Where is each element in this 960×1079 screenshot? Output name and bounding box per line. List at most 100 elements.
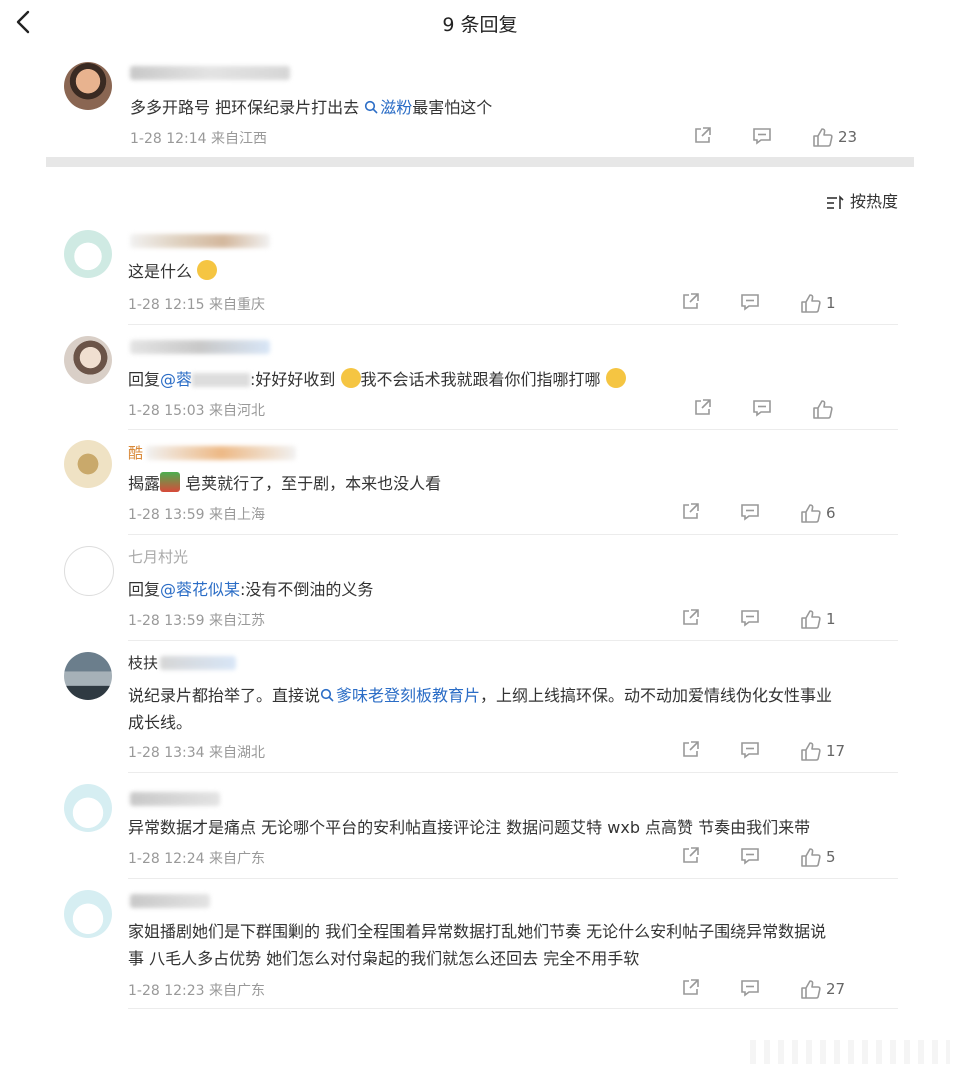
like-count: 6 — [826, 504, 836, 522]
comment-button[interactable] — [740, 608, 760, 632]
share-button[interactable] — [680, 292, 700, 316]
comment-button[interactable] — [740, 978, 760, 1002]
comment-text-part: 事 八毛人多占优势 她们怎么对付枭起的我们就怎么还回去 完全不用手软 — [128, 949, 640, 968]
comment-text-part: :没有不倒油的义务 — [240, 580, 374, 599]
username[interactable]: 七月村光 — [128, 546, 188, 567]
reply-item: 这是什么 1-28 12:15 来自重庆 1 — [60, 228, 900, 318]
username-blurred[interactable] — [160, 656, 236, 670]
comment-text: 家姐播剧她们是下群围剿的 我们全程围着异常数据打乱她们节奏 无论什么安利帖子围绕… — [128, 918, 908, 972]
avatar[interactable] — [64, 62, 112, 110]
comment-time: 1-28 13:34 — [128, 745, 205, 761]
comment-location: 来自重庆 — [209, 297, 266, 313]
sort-toggle[interactable]: 按热度 — [826, 188, 898, 212]
topic-link[interactable]: 爹味老登刻板教育片 — [320, 686, 480, 705]
divider — [128, 1008, 898, 1009]
thumbs-up-icon — [801, 980, 821, 999]
comment-time: 1-28 12:24 — [128, 851, 205, 867]
comment-meta: 1-28 12:23 来自广东 — [128, 980, 265, 1000]
share-button[interactable] — [680, 608, 700, 632]
thumbs-up-icon — [801, 848, 821, 867]
comment-text: 回复@蓉花似某:没有不倒油的义务 — [128, 576, 373, 603]
avatar[interactable] — [64, 440, 112, 488]
comment-text: 揭露 皂荚就行了，至于剧，本来也没人看 — [128, 470, 441, 497]
section-divider — [46, 157, 914, 167]
comment-button[interactable] — [752, 126, 772, 150]
share-button[interactable] — [692, 398, 712, 422]
divider — [128, 772, 898, 773]
comment-button[interactable] — [740, 846, 760, 870]
like-button[interactable]: 5 — [800, 846, 836, 870]
share-button[interactable] — [680, 740, 700, 764]
crying-emoji-icon — [605, 368, 626, 388]
like-button[interactable]: 27 — [800, 978, 845, 1002]
avatar[interactable] — [64, 784, 112, 832]
comment-button[interactable] — [740, 292, 760, 316]
username-blurred[interactable] — [130, 894, 210, 908]
reply-item: 异常数据才是痛点 无论哪个平台的安利帖直接评论注 数据问题艾特 wxb 点高赞 … — [60, 782, 900, 872]
like-button[interactable]: 17 — [800, 740, 845, 764]
comment-actions: 1 — [660, 608, 900, 632]
username-blurred[interactable] — [130, 66, 290, 80]
comment-icon — [741, 610, 759, 627]
comment-text: 异常数据才是痛点 无论哪个平台的安利帖直接评论注 数据问题艾特 wxb 点高赞 … — [128, 814, 810, 841]
mention-link[interactable]: @蓉花似某 — [160, 580, 240, 599]
divider — [128, 429, 898, 430]
comment-actions: 1 — [660, 292, 900, 316]
share-button[interactable] — [680, 978, 700, 1002]
topic-link[interactable]: 滋粉 — [364, 98, 412, 117]
comment-button[interactable] — [740, 502, 760, 526]
username-blurred[interactable] — [130, 792, 220, 806]
like-count: 17 — [826, 742, 846, 760]
share-button[interactable] — [692, 126, 712, 150]
share-icon — [683, 979, 699, 995]
comment-meta: 1-28 12:14 来自江西 — [130, 128, 267, 148]
like-button[interactable] — [812, 398, 834, 422]
comment-time: 1-28 12:23 — [128, 983, 205, 999]
avatar[interactable] — [64, 546, 114, 596]
comment-text-part: 我不会话术我就跟着你们指哪打哪 — [360, 370, 601, 389]
username[interactable]: 枝扶 — [128, 652, 158, 673]
comment-meta: 1-28 15:03 来自河北 — [128, 400, 265, 420]
share-icon — [683, 847, 699, 863]
like-button[interactable]: 23 — [812, 126, 857, 150]
comment-text-part: 皂荚就行了，至于剧，本来也没人看 — [180, 474, 442, 493]
comment-text: 说纪录片都抬举了。直接说 爹味老登刻板教育片，上纲上线搞环保。动不动加爱情线伪化女… — [128, 682, 888, 736]
like-button[interactable]: 1 — [800, 608, 836, 632]
username-blurred[interactable] — [130, 234, 270, 248]
comment-location: 来自广东 — [209, 851, 266, 867]
comment-time: 1-28 12:15 — [128, 297, 205, 313]
username-blurred[interactable] — [130, 340, 270, 354]
avatar[interactable] — [64, 890, 112, 938]
avatar[interactable] — [64, 230, 112, 278]
comment-meta: 1-28 12:15 来自重庆 — [128, 294, 265, 314]
topic-link-text: 爹味老登刻板教育片 — [336, 686, 481, 705]
share-icon — [683, 293, 699, 309]
like-button[interactable]: 6 — [800, 502, 836, 526]
comment-meta: 1-28 13:59 来自江苏 — [128, 610, 265, 630]
avatar[interactable] — [64, 336, 112, 384]
username-blurred[interactable] — [146, 446, 296, 460]
comment-button[interactable] — [740, 740, 760, 764]
books-emoji-icon — [160, 472, 181, 492]
share-button[interactable] — [680, 846, 700, 870]
reply-item: 家姐播剧她们是下群围剿的 我们全程围着异常数据打乱她们节奏 无论什么安利帖子围绕… — [60, 888, 900, 1008]
like-count: 5 — [826, 848, 836, 866]
divider — [128, 324, 898, 325]
share-icon — [695, 399, 711, 415]
divider — [128, 534, 898, 535]
share-button[interactable] — [680, 502, 700, 526]
reply-prefix: 回复 — [128, 370, 161, 389]
comment-button[interactable] — [752, 398, 772, 422]
comment-text-part: 最害怕这个 — [412, 98, 493, 117]
avatar[interactable] — [64, 652, 112, 700]
like-count: 27 — [826, 980, 846, 998]
reply-item: 七月村光 回复@蓉花似某:没有不倒油的义务 1-28 13:59 来自江苏 1 — [60, 544, 900, 634]
comment-icon — [741, 980, 759, 997]
comment-icon — [741, 294, 759, 311]
username[interactable]: 酷 — [128, 442, 143, 463]
mention-link[interactable]: @蓉 — [160, 370, 192, 389]
share-icon — [683, 741, 699, 757]
like-button[interactable]: 1 — [800, 292, 836, 316]
thumbs-up-icon — [801, 610, 821, 629]
reply-item: 酷 揭露 皂荚就行了，至于剧，本来也没人看 1-28 13:59 来自上海 6 — [60, 438, 900, 528]
